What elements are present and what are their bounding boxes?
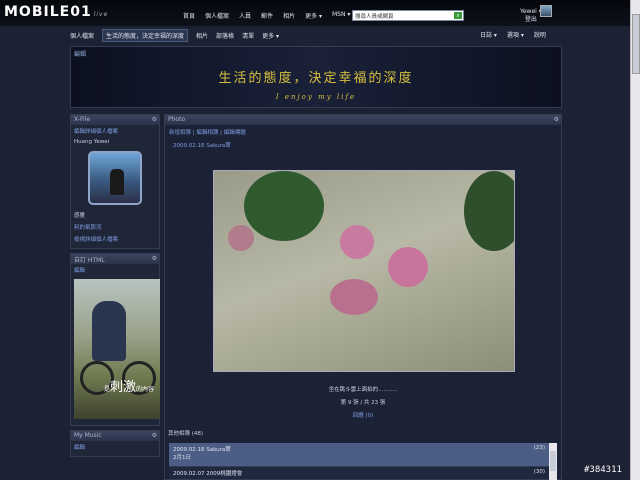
- html-panel: 自訂 HTML ⚙ 編輯 是刺激的內容: [70, 253, 160, 426]
- album-title: 2009.02.16 Sakura翠: [173, 447, 231, 453]
- banner-edit-link[interactable]: 編輯: [74, 49, 86, 58]
- html-header: 自訂 HTML ⚙: [71, 254, 159, 264]
- profile-name: Huang Yewei: [74, 139, 110, 145]
- music-panel: My Music ⚙ 編輯: [70, 430, 160, 457]
- gear-icon[interactable]: ⚙: [152, 255, 157, 262]
- album-title: 2009.02.07 2009桃園燈會: [173, 471, 243, 477]
- nav-photos[interactable]: 相片: [283, 11, 295, 20]
- list-item[interactable]: 2009.02.16 Sakura翠 2月1日 (23): [169, 443, 553, 467]
- page-scrollbar[interactable]: [630, 0, 640, 480]
- edit-profile-link[interactable]: 編輯詳細個人檔案: [71, 125, 159, 137]
- album-date: 2月1日: [173, 455, 191, 461]
- album-list: 2009.02.16 Sakura翠 2月1日 (23) 2009.02.07 20…: [169, 443, 553, 480]
- xfile-panel: X-File ⚙ 編輯詳細個人檔案 Huang Yewei 感覺 利的氣那流 檢視…: [70, 114, 160, 249]
- photo-header: Photo ⚙: [165, 115, 561, 125]
- subnav-profile[interactable]: 個人檔案: [70, 31, 94, 40]
- comments-link[interactable]: 回應 (0): [165, 411, 561, 419]
- subnav-photos[interactable]: 相片: [196, 31, 208, 40]
- album-count: (23): [533, 445, 545, 451]
- banner: 編輯 生活的態度，決定幸福的深度 I enjoy my life: [70, 46, 562, 108]
- view-profile-link[interactable]: 檢視詳細個人檔案: [71, 233, 159, 245]
- caption-tail: 的內容: [136, 386, 155, 393]
- nav-mail[interactable]: 郵件: [261, 11, 273, 20]
- help-link[interactable]: 說明: [534, 30, 546, 39]
- profile-photo[interactable]: [88, 151, 142, 205]
- tree-image: [464, 171, 514, 251]
- subnav-blog[interactable]: 部落格: [216, 31, 234, 40]
- user-menu[interactable]: Yewei ▾ 登出: [520, 8, 542, 24]
- tree-image: [340, 225, 374, 259]
- watermark: #384311: [584, 465, 622, 475]
- search-input[interactable]: 搜尋人員或網頁 ⌕: [352, 10, 464, 21]
- logo-text: MOBILE01: [4, 4, 92, 20]
- bike-image: 是刺激的內容: [74, 279, 160, 419]
- nav-people[interactable]: 人員: [239, 11, 251, 20]
- html-edit-link[interactable]: 編輯: [71, 264, 159, 276]
- tree-image: [244, 171, 324, 241]
- mobile01-logo[interactable]: MOBILE01 live: [4, 4, 108, 20]
- album-list-scrollbar[interactable]: [549, 443, 557, 480]
- subnav-space[interactable]: 生活的態度，決定幸福的深度: [102, 28, 189, 42]
- music-edit-link[interactable]: 編輯: [71, 441, 159, 453]
- album-count: (30): [533, 469, 545, 475]
- left-column: X-File ⚙ 編輯詳細個人檔案 Huang Yewei 感覺 利的氣那流 檢視…: [70, 114, 160, 461]
- subnav-lists[interactable]: 清單: [242, 31, 254, 40]
- diary-menu[interactable]: 日誌 ▾: [480, 30, 497, 39]
- feel-label: 感覺: [74, 213, 86, 219]
- main-photo[interactable]: [213, 170, 515, 372]
- subnav-more[interactable]: 更多 ▾: [262, 31, 279, 40]
- tree-image: [330, 279, 378, 315]
- options-menu[interactable]: 選項 ▾: [507, 30, 524, 39]
- gear-icon[interactable]: ⚙: [554, 116, 559, 123]
- gear-icon[interactable]: ⚙: [152, 432, 157, 439]
- nav-more[interactable]: 更多 ▾: [305, 11, 322, 20]
- music-title: My Music: [74, 432, 102, 439]
- nav-msn[interactable]: MSN ▾: [332, 11, 350, 20]
- search-placeholder: 搜尋人員或網頁: [355, 14, 394, 20]
- top-bar: MOBILE01 live 首頁 個人檔案 人員 郵件 相片 更多 ▾ MSN ▾…: [0, 0, 630, 26]
- photo-title: Photo: [168, 116, 186, 123]
- sub-actions: 日誌 ▾ 選項 ▾ 說明: [480, 30, 546, 39]
- caption-big: 刺激: [110, 380, 137, 395]
- scroll-thumb[interactable]: [550, 451, 556, 471]
- logout-link[interactable]: 登出: [520, 16, 542, 24]
- avatar[interactable]: [540, 5, 552, 17]
- profile-figure: [110, 169, 124, 195]
- banner-subtitle: I enjoy my life: [275, 93, 357, 101]
- music-header: My Music ⚙: [71, 431, 159, 441]
- nav-home[interactable]: 首頁: [183, 11, 195, 20]
- logo-suffix: live: [93, 11, 109, 18]
- photo-caption: 坐在跳斗雲上面拍的...........: [328, 387, 398, 393]
- list-item[interactable]: 2009.02.07 2009桃園燈會 (30): [169, 467, 553, 480]
- xfile-title: X-File: [74, 116, 91, 123]
- banner-title: 生活的態度，決定幸福的深度: [218, 71, 414, 86]
- user-name[interactable]: Yewei ▾: [520, 8, 542, 16]
- top-nav: 首頁 個人檔案 人員 郵件 相片 更多 ▾ MSN ▾: [183, 11, 350, 20]
- xfile-header: X-File ⚙: [71, 115, 159, 125]
- album-actions[interactable]: 新增相簿 | 編輯相簿 | 編輯標題: [165, 125, 561, 139]
- scroll-thumb[interactable]: [632, 14, 640, 74]
- rider-figure: [92, 301, 126, 361]
- tree-image: [228, 225, 254, 251]
- gear-icon[interactable]: ⚙: [152, 116, 157, 123]
- album-title-link[interactable]: 2009.02.16 Sakura翠: [165, 139, 561, 151]
- other-albums-label: 其他相簿 (48): [168, 431, 204, 437]
- search-icon[interactable]: ⌕: [454, 12, 462, 19]
- photo-panel: Photo ⚙ 新增相簿 | 編輯相簿 | 編輯標題 2009.02.16 Sak…: [164, 114, 562, 480]
- nav-profile[interactable]: 個人檔案: [205, 11, 229, 20]
- tree-image: [388, 247, 428, 287]
- image-caption: 是刺激的內容: [104, 376, 154, 395]
- photo-index: 第 9 張 / 共 23 張: [340, 400, 386, 406]
- feel-value[interactable]: 利的氣那流: [71, 221, 159, 233]
- html-title: 自訂 HTML: [74, 257, 105, 264]
